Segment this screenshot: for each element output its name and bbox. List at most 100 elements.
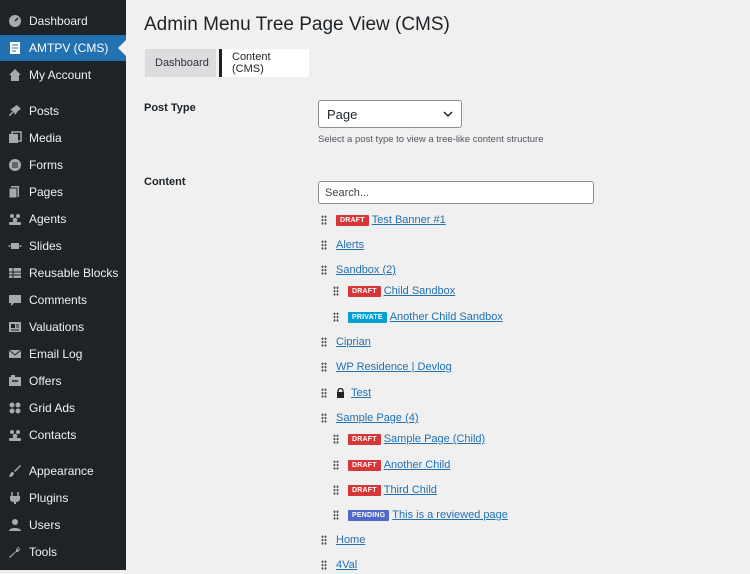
lock-icon xyxy=(336,388,345,398)
tree-item: Home xyxy=(321,531,365,549)
sidebar-item-dashboard[interactable]: Dashboard xyxy=(0,8,126,34)
tree-item-link[interactable]: WP Residence | Devlog xyxy=(336,361,452,373)
page-title: Admin Menu Tree Page View (CMS) xyxy=(144,14,450,36)
tree-item: DRAFTSample Page (Child) xyxy=(333,430,485,448)
post-type-label: Post Type xyxy=(144,102,196,114)
tree-item-link[interactable]: Home xyxy=(336,534,365,546)
drag-handle-icon[interactable] xyxy=(333,510,339,520)
status-badge: DRAFT xyxy=(348,286,381,297)
groups-icon xyxy=(8,212,22,226)
offers-icon xyxy=(8,374,22,388)
blocks-icon xyxy=(8,266,22,280)
tree-item-link[interactable]: Sample Page (Child) xyxy=(384,433,486,445)
sidebar-item-valuations[interactable]: Valuations xyxy=(0,314,126,340)
contacts-icon xyxy=(8,428,22,442)
drag-handle-icon[interactable] xyxy=(333,485,339,495)
sidebar-item-media[interactable]: Media xyxy=(0,125,126,151)
tree-item-link[interactable]: Ciprian xyxy=(336,336,371,348)
sidebar-item-amtpv-cms[interactable]: AMTPV (CMS) xyxy=(0,35,126,61)
drag-handle-icon[interactable] xyxy=(321,388,327,398)
sidebar-item-slides[interactable]: Slides xyxy=(0,233,126,259)
comment-icon xyxy=(8,293,22,307)
tree-item: Alerts xyxy=(321,236,364,254)
tree-item-link[interactable]: Child Sandbox xyxy=(384,285,456,297)
status-badge: PENDING xyxy=(348,510,389,521)
tab-content-cms[interactable]: Content (CMS) xyxy=(219,49,309,77)
tree-item: DRAFTThird Child xyxy=(333,481,437,499)
tree-item: 4Val xyxy=(321,556,357,574)
sidebar-item-label: Pages xyxy=(29,185,63,199)
drag-handle-icon[interactable] xyxy=(321,265,327,275)
sidebar-item-grid-ads[interactable]: Grid Ads xyxy=(0,395,126,421)
tree-item-link[interactable]: 4Val xyxy=(336,559,357,571)
drag-handle-icon[interactable] xyxy=(321,215,327,225)
tree-item: DRAFTAnother Child xyxy=(333,456,450,474)
sidebar-item-reusable-blocks[interactable]: Reusable Blocks xyxy=(0,260,126,286)
valuation-icon xyxy=(8,320,22,334)
sidebar-item-pages[interactable]: Pages xyxy=(0,179,126,205)
sidebar-item-label: Appearance xyxy=(29,464,94,478)
tab-dashboard[interactable]: Dashboard xyxy=(145,49,216,77)
media-icon xyxy=(8,131,22,145)
sidebar-item-email-log[interactable]: Email Log xyxy=(0,341,126,367)
wrench-icon xyxy=(8,545,22,559)
dashboard-icon xyxy=(8,14,22,28)
status-badge: DRAFT xyxy=(348,434,381,445)
tree-item: Ciprian xyxy=(321,333,371,351)
drag-handle-icon[interactable] xyxy=(321,560,327,570)
sidebar-item-label: Posts xyxy=(29,104,59,118)
tree-item-link[interactable]: Test xyxy=(351,387,371,399)
sidebar-item-label: Tools xyxy=(29,545,57,559)
drag-handle-icon[interactable] xyxy=(333,460,339,470)
tree-item: PENDINGThis is a reviewed page xyxy=(333,506,508,524)
drag-handle-icon[interactable] xyxy=(321,413,327,423)
tree-item-link[interactable]: Another Child Sandbox xyxy=(390,311,503,323)
tree-item-link[interactable]: Another Child xyxy=(384,459,451,471)
tree-item-link[interactable]: Third Child xyxy=(384,484,437,496)
tree-item: WP Residence | Devlog xyxy=(321,358,452,376)
pages-icon xyxy=(8,185,22,199)
post-type-description: Select a post type to view a tree-like c… xyxy=(318,134,543,145)
pin-icon xyxy=(8,104,22,118)
post-type-select[interactable]: Page xyxy=(318,100,462,128)
forms-icon xyxy=(8,158,22,172)
sidebar-item-label: Dashboard xyxy=(29,14,88,28)
sidebar-item-comments[interactable]: Comments xyxy=(0,287,126,313)
tree-item: PRIVATEAnother Child Sandbox xyxy=(333,308,503,326)
status-badge: DRAFT xyxy=(348,485,381,496)
sidebar-item-appearance[interactable]: Appearance xyxy=(0,458,126,484)
tree-item-link[interactable]: Sandbox (2) xyxy=(336,264,396,276)
sidebar-item-forms[interactable]: Forms xyxy=(0,152,126,178)
sidebar-item-posts[interactable]: Posts xyxy=(0,98,126,124)
search-input[interactable] xyxy=(318,181,594,204)
tree-item: DRAFTTest Banner #1 xyxy=(321,211,446,229)
sidebar-item-offers[interactable]: Offers xyxy=(0,368,126,394)
drag-handle-icon[interactable] xyxy=(333,312,339,322)
sidebar-item-label: Valuations xyxy=(29,320,84,334)
drag-handle-icon[interactable] xyxy=(321,362,327,372)
sidebar-item-plugins[interactable]: Plugins xyxy=(0,485,126,511)
tree-item-link[interactable]: Alerts xyxy=(336,239,364,251)
sidebar-item-label: Contacts xyxy=(29,428,76,442)
sidebar-item-label: Slides xyxy=(29,239,62,253)
status-badge: DRAFT xyxy=(336,215,369,226)
sidebar-item-contacts[interactable]: Contacts xyxy=(0,422,126,448)
drag-handle-icon[interactable] xyxy=(333,286,339,296)
tree-item-link[interactable]: Test Banner #1 xyxy=(372,214,446,226)
drag-handle-icon[interactable] xyxy=(333,434,339,444)
sidebar-item-users[interactable]: Users xyxy=(0,512,126,538)
drag-handle-icon[interactable] xyxy=(321,337,327,347)
grid-icon xyxy=(8,401,22,415)
drag-handle-icon[interactable] xyxy=(321,240,327,250)
sidebar-item-agents[interactable]: Agents xyxy=(0,206,126,232)
tree-item: Sample Page (4) xyxy=(321,409,419,427)
sidebar-item-my-account[interactable]: My Account xyxy=(0,62,126,88)
tree-item-link[interactable]: This is a reviewed page xyxy=(392,509,508,521)
tree-item: Test xyxy=(321,384,371,402)
plugin-icon xyxy=(8,491,22,505)
drag-handle-icon[interactable] xyxy=(321,535,327,545)
tree-item-link[interactable]: Sample Page (4) xyxy=(336,412,419,424)
status-badge: DRAFT xyxy=(348,460,381,471)
sidebar-item-tools[interactable]: Tools xyxy=(0,539,126,565)
home-icon xyxy=(8,68,22,82)
